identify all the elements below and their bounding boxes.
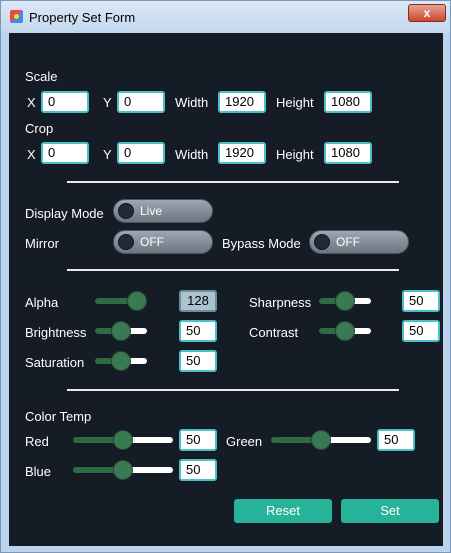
crop-width-label: Width	[175, 147, 209, 162]
alpha-slider[interactable]	[95, 290, 147, 312]
alpha-label: Alpha	[25, 295, 59, 310]
scale-width-input[interactable]: 1920	[218, 91, 266, 113]
contrast-input[interactable]: 50	[402, 320, 440, 342]
scale-y-input[interactable]: 0	[117, 91, 165, 113]
scale-width-label: Width	[175, 95, 209, 110]
title-bar[interactable]: Property Set Form x	[1, 1, 450, 33]
divider	[67, 181, 399, 183]
bypass-mode-label: Bypass Mode	[222, 236, 301, 251]
toggle-knob	[118, 234, 134, 250]
display-mode-label: Display Mode	[25, 206, 104, 221]
brightness-input[interactable]: 50	[179, 320, 217, 342]
divider	[67, 269, 399, 271]
red-input[interactable]: 50	[179, 429, 217, 451]
slider-thumb[interactable]	[127, 291, 147, 311]
sharpness-input[interactable]: 50	[402, 290, 440, 312]
slider-thumb[interactable]	[111, 351, 131, 371]
mirror-toggle[interactable]: OFF	[113, 230, 213, 254]
crop-width-input[interactable]: 1920	[218, 142, 266, 164]
crop-height-label: Height	[276, 147, 314, 162]
sharpness-label: Sharpness	[249, 295, 312, 310]
property-set-form-window: Property Set Form x Scale X 0 Y 0 Width …	[0, 0, 451, 553]
contrast-label: Contrast	[249, 325, 299, 340]
blue-input[interactable]: 50	[179, 459, 217, 481]
green-input[interactable]: 50	[377, 429, 415, 451]
form-body: Scale X 0 Y 0 Width 1920 Height 1080 Cro…	[9, 33, 443, 546]
red-slider[interactable]	[73, 429, 173, 451]
slider-thumb[interactable]	[113, 430, 133, 450]
crop-x-label: X	[27, 147, 36, 162]
color-temp-heading: Color Temp	[25, 409, 92, 424]
saturation-input[interactable]: 50	[179, 350, 217, 372]
brightness-label: Brightness	[25, 325, 87, 340]
mirror-label: Mirror	[25, 236, 59, 251]
scale-height-label: Height	[276, 95, 314, 110]
crop-y-label: Y	[103, 147, 112, 162]
bypass-mode-toggle[interactable]: OFF	[309, 230, 409, 254]
green-label: Green	[226, 434, 263, 449]
divider	[67, 389, 399, 391]
crop-x-input[interactable]: 0	[41, 142, 89, 164]
slider-thumb[interactable]	[311, 430, 331, 450]
crop-height-input[interactable]: 1080	[324, 142, 372, 164]
blue-label: Blue	[25, 464, 52, 479]
mirror-value: OFF	[140, 235, 164, 249]
saturation-label: Saturation	[25, 355, 85, 370]
sharpness-slider[interactable]	[319, 290, 371, 312]
saturation-slider[interactable]	[95, 350, 147, 372]
display-mode-toggle[interactable]: Live	[113, 199, 213, 223]
slider-thumb[interactable]	[335, 291, 355, 311]
toggle-knob	[118, 203, 134, 219]
red-label: Red	[25, 434, 49, 449]
scale-x-input[interactable]: 0	[41, 91, 89, 113]
display-mode-value: Live	[140, 204, 163, 218]
blue-slider[interactable]	[73, 459, 173, 481]
window-title: Property Set Form	[29, 10, 136, 25]
set-button[interactable]: Set	[341, 499, 439, 523]
close-button[interactable]: x	[408, 4, 446, 22]
slider-thumb[interactable]	[111, 321, 131, 341]
alpha-value-input: 128	[179, 290, 217, 312]
scale-heading: Scale	[25, 69, 58, 84]
scale-y-label: Y	[103, 95, 112, 110]
scale-x-label: X	[27, 95, 36, 110]
slider-thumb[interactable]	[113, 460, 133, 480]
crop-heading: Crop	[25, 121, 54, 136]
scale-height-input[interactable]: 1080	[324, 91, 372, 113]
reset-button[interactable]: Reset	[234, 499, 332, 523]
contrast-slider[interactable]	[319, 320, 371, 342]
brightness-slider[interactable]	[95, 320, 147, 342]
app-icon	[10, 10, 23, 23]
green-slider[interactable]	[271, 429, 371, 451]
crop-y-input[interactable]: 0	[117, 142, 165, 164]
bypass-mode-value: OFF	[336, 235, 360, 249]
slider-thumb[interactable]	[335, 321, 355, 341]
toggle-knob	[314, 234, 330, 250]
